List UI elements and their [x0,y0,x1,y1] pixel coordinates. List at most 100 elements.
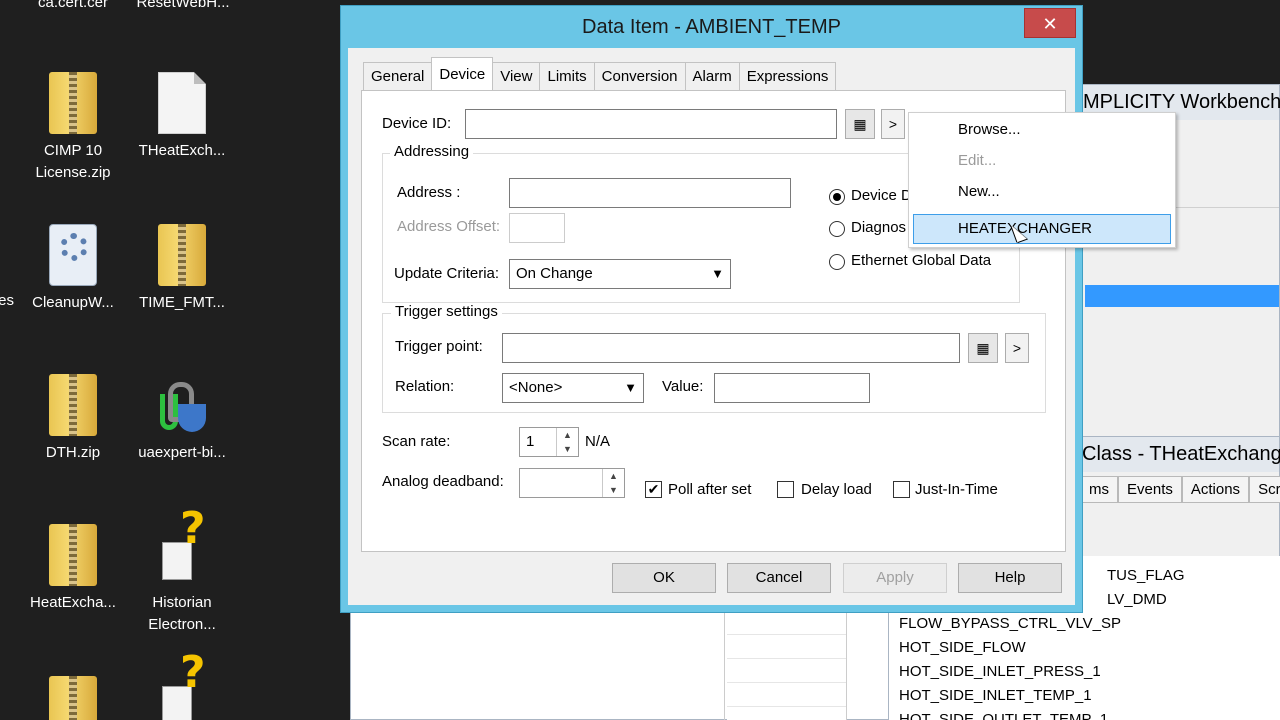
device-id-input[interactable] [465,109,837,139]
desktop-icon-label: CIMP 10 License.zip [35,142,111,181]
menu-item-edit[interactable]: Edit... [913,146,1171,176]
value-input[interactable] [714,373,870,403]
list-item[interactable]: HOT_SIDE_INLET_PRESS_1 [899,660,1185,684]
device-icon: ▦ [976,340,990,356]
class-tab[interactable]: ms [1080,476,1118,503]
tab-device[interactable]: Device [431,57,494,90]
relation-select[interactable]: <None> ▼ [502,373,644,403]
device-menu-button[interactable]: > [881,109,905,139]
spin-down-icon[interactable]: ▼ [556,442,578,456]
list-item[interactable]: HOT_SIDE_OUTLET_TEMP_1 [899,708,1185,720]
gear-icon [49,224,97,286]
class-tab[interactable]: Actions [1181,476,1250,503]
desktop-icon-label: DTH.zip [45,444,101,461]
update-criteria-label: Update Criteria: [394,265,500,282]
desktop-icon-historian[interactable]: ? Historian Electron... [127,507,237,636]
desktop-icon-help-partial[interactable]: ? [127,651,237,720]
device-context-menu: Browse... Edit... New... HEATEXCHANGER [908,112,1176,248]
poll-after-set-label: Poll after set [668,481,752,498]
desktop-icon-time-fmt[interactable]: TIME_FMT... [127,224,237,314]
trigger-menu-button[interactable]: > [1005,333,1029,363]
spin-up-icon[interactable]: ▲ [602,469,624,483]
desktop-icon-theatexch[interactable]: THeatExch... [127,72,237,162]
device-browse-button[interactable]: ▦ [845,109,875,139]
poll-after-set-checkbox[interactable]: ✔ [645,481,662,498]
help-button[interactable]: Help [958,563,1062,593]
list-item[interactable]: HOT_SIDE_INLET_TEMP_1 [899,684,1185,708]
desktop-icon-label: Historian Electron... [148,594,216,633]
scan-rate-spinner[interactable]: 1 ▲ ▼ [519,427,579,457]
desktop-icon-resetwebh[interactable]: ResetWebH... [128,0,238,14]
delay-load-label: Delay load [801,481,872,498]
spin-down-icon[interactable]: ▼ [602,483,624,497]
ok-button[interactable]: OK [612,563,716,593]
desktop-icon-cleanupw[interactable]: CleanupW... [18,224,128,314]
tab-limits[interactable]: Limits [539,62,595,90]
update-criteria-select[interactable]: On Change ▼ [509,259,731,289]
relation-label: Relation: [395,378,455,395]
close-button[interactable]: ✕ [1024,8,1076,38]
desktop-icon-uaexpert[interactable]: uaexpert-bi... [127,374,237,464]
address-label: Address : [397,184,461,201]
scan-rate-label: Scan rate: [382,433,451,450]
zip-file-icon [49,524,97,586]
desktop-icon-label: ResetWebH... [136,0,230,11]
radio-diagnostics[interactable] [829,221,845,237]
desktop-icon-heatexcha[interactable]: HeatExcha... [18,524,128,614]
bottom-pane [350,610,890,720]
address-offset-label: Address Offset: [397,218,501,235]
desktop-icon-ca-cert[interactable]: ca.cert.cer [18,0,128,14]
class-tab[interactable]: Scrip [1249,476,1280,503]
trigger-settings-title: Trigger settings [391,303,502,320]
tab-expressions[interactable]: Expressions [738,62,837,90]
value-label: Value: [662,378,704,395]
chevron-down-icon: ▼ [711,266,724,281]
delay-load-checkbox[interactable] [777,481,794,498]
menu-item-browse[interactable]: Browse... [913,115,1171,145]
selected-row[interactable] [1085,285,1279,307]
radio-ethernet-global-data[interactable] [829,254,845,270]
desktop-icon-label: ca.cert.cer [37,0,109,11]
desktop-icon-label: es [0,292,14,309]
apply-button[interactable]: Apply [843,563,947,593]
tab-general[interactable]: General [363,62,433,90]
radio-device-data-label: Device D [851,187,912,204]
device-icon: ▦ [853,116,867,132]
menu-item-new[interactable]: New... [913,177,1171,207]
radio-device-data[interactable] [829,189,845,205]
menu-item-heatexchanger[interactable]: HEATEXCHANGER [913,214,1171,244]
addressing-title: Addressing [390,143,474,160]
analog-deadband-label: Analog deadband: [382,473,504,490]
data-item-dialog[interactable]: Data Item - AMBIENT_TEMP ✕ General Devic… [340,5,1083,613]
list-item[interactable]: HOT_SIDE_FLOW [899,636,1185,660]
class-tabs: ms Events Actions Scrip [1080,476,1280,503]
desktop-icon-dth-zip[interactable]: DTH.zip [18,374,128,464]
spin-up-icon[interactable]: ▲ [556,428,578,442]
scan-rate-value: 1 [526,433,535,450]
tab-view[interactable]: View [492,62,541,90]
tab-alarm[interactable]: Alarm [684,62,740,90]
address-input[interactable] [509,178,791,208]
class-window-title: Class - THeatExchang [1076,437,1280,472]
desktop-icon-partial[interactable]: es [0,290,14,312]
analog-deadband-spinner[interactable]: ▲ ▼ [519,468,625,498]
cancel-button[interactable]: Cancel [727,563,831,593]
update-criteria-value: On Change [516,265,593,282]
address-offset-input [509,213,565,243]
class-tab[interactable]: Events [1118,476,1182,503]
desktop-icon-label: CleanupW... [32,294,114,311]
trigger-point-label: Trigger point: [395,338,483,355]
zip-file-icon [49,676,97,720]
desktop-icon-cimp-license[interactable]: CIMP 10 License.zip [18,72,128,184]
just-in-time-checkbox[interactable] [893,481,910,498]
document-icon [158,72,206,134]
trigger-point-input[interactable] [502,333,960,363]
tab-conversion[interactable]: Conversion [593,62,686,90]
dialog-title: Data Item - AMBIENT_TEMP [582,16,841,38]
trigger-browse-button[interactable]: ▦ [968,333,998,363]
desktop-icon-zip-partial[interactable] [18,676,128,720]
list-item[interactable]: FLOW_BYPASS_CTRL_VLV_SP [899,612,1185,636]
zip-file-icon [158,224,206,286]
help-document-icon: ? [158,651,206,720]
chevron-down-icon: ▼ [624,380,637,395]
